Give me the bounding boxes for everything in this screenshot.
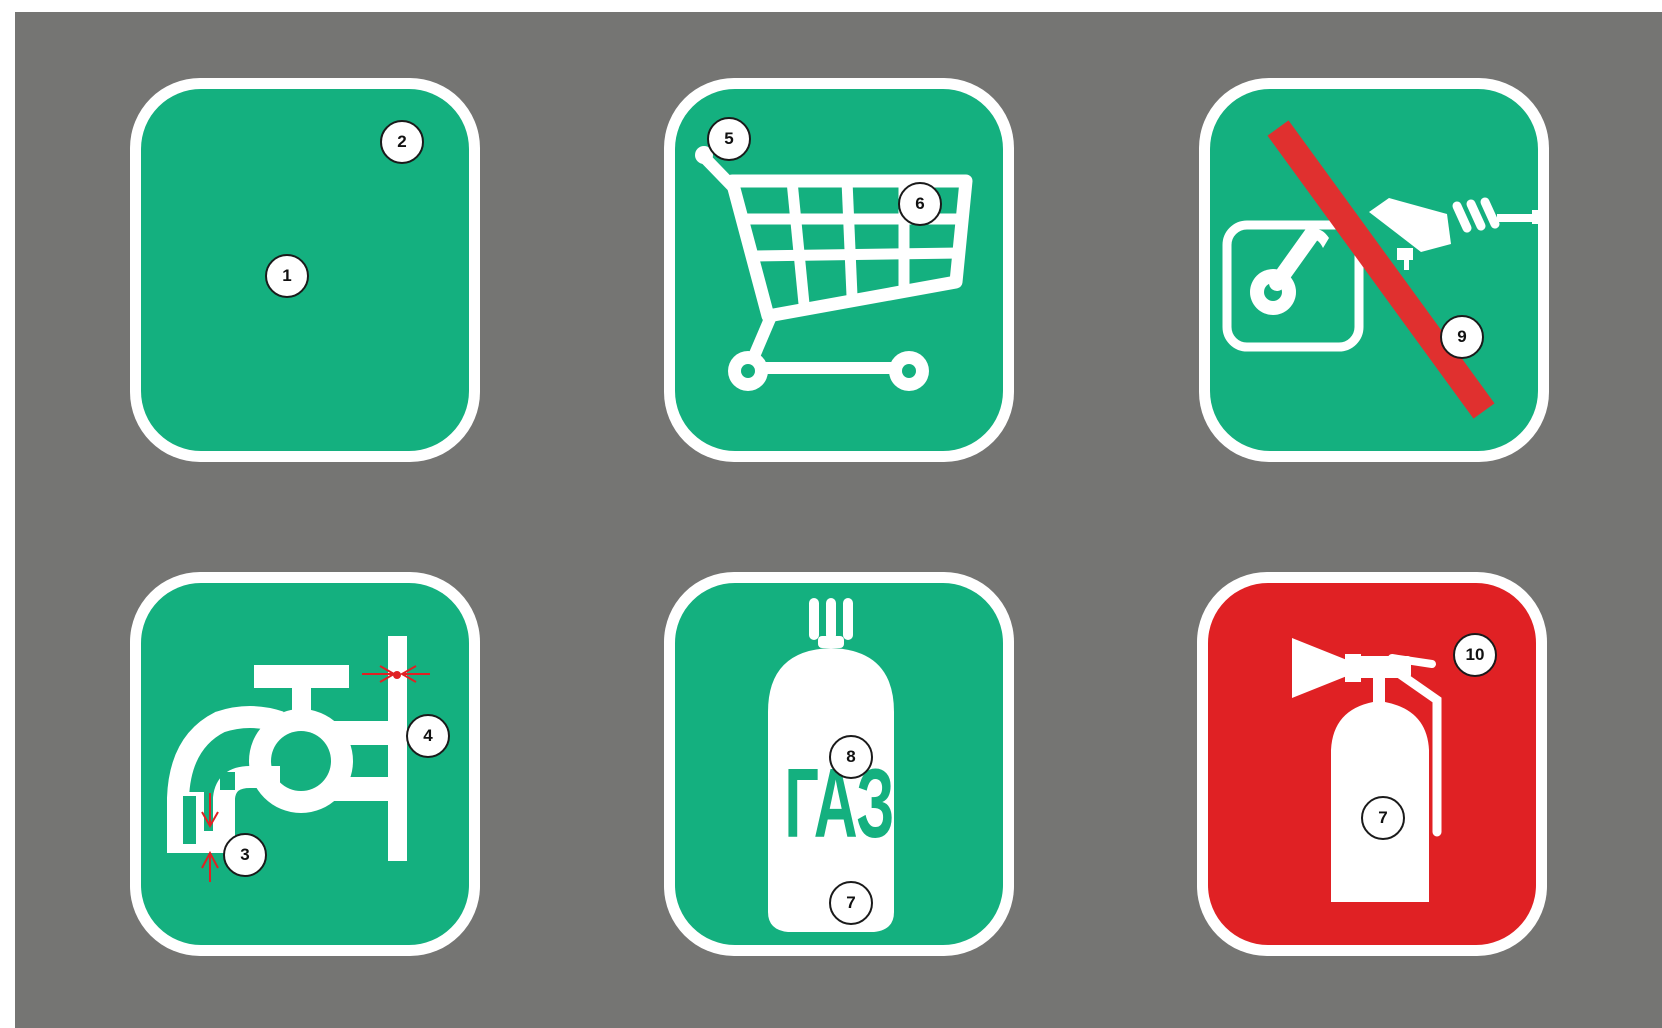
callout-marker: 10 <box>1453 633 1497 677</box>
callout-marker: 2 <box>380 120 424 164</box>
callout-marker: 6 <box>898 182 942 226</box>
callout-marker: 4 <box>406 714 450 758</box>
no-photo-video-icon <box>1199 78 1549 462</box>
sign-fire-extinguisher: 10 7 <box>1197 572 1547 956</box>
callout-marker: 7 <box>1361 796 1405 840</box>
fire-extinguisher-icon <box>1197 572 1547 956</box>
callout-marker: 8 <box>829 735 873 779</box>
callout-marker: 5 <box>707 117 751 161</box>
callout-marker: 1 <box>265 254 309 298</box>
gray-backdrop: 1 2 5 6 9 3 4 ГАЗ 8 7 10 7 <box>15 12 1662 1028</box>
water-tap-icon <box>130 572 480 956</box>
callout-marker: 9 <box>1440 315 1484 359</box>
callout-marker: 3 <box>223 833 267 877</box>
sign-blank: 1 2 <box>130 78 480 462</box>
sign-shopping-cart: 5 6 <box>664 78 1014 462</box>
sign-water-tap: 3 4 <box>130 572 480 956</box>
callout-marker: 7 <box>829 881 873 925</box>
sign-no-camera: 9 <box>1199 78 1549 462</box>
sign-gas-cylinder: ГАЗ 8 7 <box>664 572 1014 956</box>
